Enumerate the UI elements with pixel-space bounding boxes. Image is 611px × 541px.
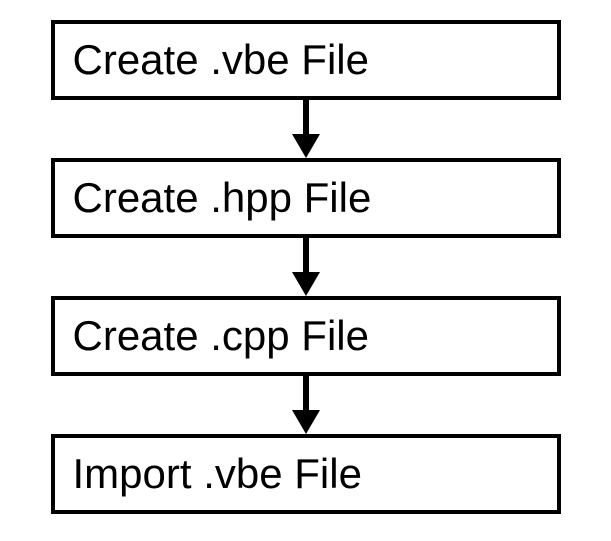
step-box-3: Create .cpp File [51,296,561,376]
flowchart: Create .vbe File Create .hpp File Create… [20,20,591,514]
step-box-4: Import .vbe File [51,434,561,514]
step-label: Create .vbe File [73,36,369,83]
step-label: Import .vbe File [73,450,362,497]
step-label: Create .hpp File [73,174,372,221]
step-box-1: Create .vbe File [51,20,561,100]
step-box-2: Create .hpp File [51,158,561,238]
arrow-icon [282,376,330,434]
arrow-icon [282,100,330,158]
step-label: Create .cpp File [73,312,369,359]
arrow-icon [282,238,330,296]
